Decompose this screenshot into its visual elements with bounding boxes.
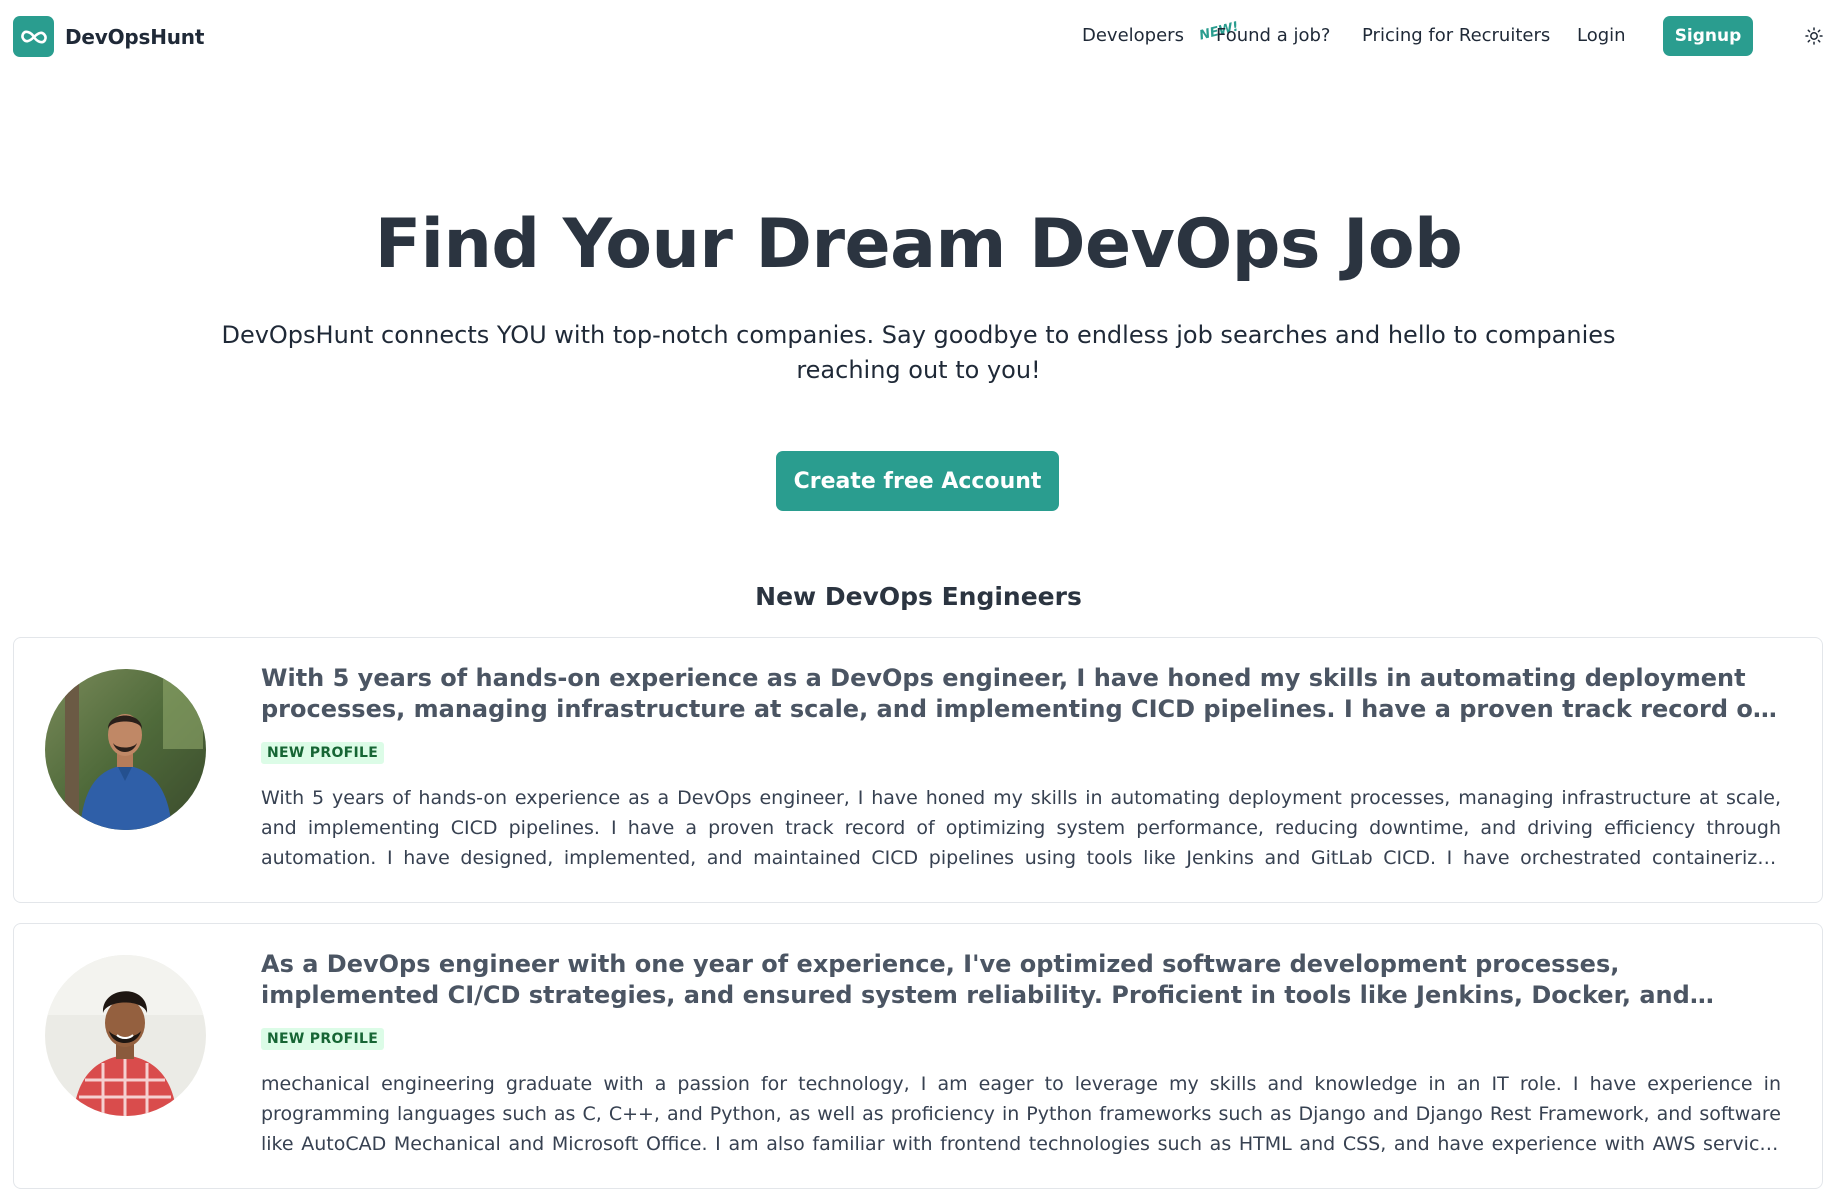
signup-button[interactable]: Signup (1663, 16, 1753, 56)
theme-toggle-button[interactable] (1803, 25, 1825, 47)
sun-icon (1805, 27, 1823, 45)
engineer-card[interactable]: With 5 years of hands-on experience as a… (13, 637, 1823, 903)
section-title: New DevOps Engineers (755, 582, 1082, 611)
nav-developers-link[interactable]: Developers (1082, 25, 1184, 46)
avatar (45, 955, 206, 1116)
card-body: As a DevOps engineer with one year of ex… (261, 949, 1781, 1159)
card-description: With 5 years of hands-on experience as a… (261, 787, 1781, 869)
card-headline[interactable]: With 5 years of hands-on experience as a… (261, 663, 1781, 725)
navbar: DevOpsHunt Developers NEW! Found a job? … (0, 0, 1837, 72)
hero-title: Find Your Dream DevOps Job (374, 205, 1463, 284)
hero-subtitle: DevOpsHunt connects YOU with top-notch c… (221, 321, 1616, 384)
create-account-button[interactable]: Create free Account (776, 451, 1059, 511)
card-description: mechanical engineering graduate with a p… (261, 1073, 1781, 1155)
new-profile-badge: NEW PROFILE (261, 1028, 385, 1050)
nav-login-link[interactable]: Login (1577, 25, 1626, 46)
card-body: With 5 years of hands-on experience as a… (261, 663, 1781, 873)
avatar (45, 669, 206, 830)
nav-found-job-link[interactable]: Found a job? (1216, 25, 1330, 46)
engineer-card[interactable]: As a DevOps engineer with one year of ex… (13, 923, 1823, 1189)
nav-pricing-link[interactable]: Pricing for Recruiters (1362, 25, 1550, 46)
card-headline[interactable]: As a DevOps engineer with one year of ex… (261, 949, 1781, 1011)
main-nav: Developers NEW! Found a job? Pricing for… (0, 16, 1837, 56)
new-profile-badge: NEW PROFILE (261, 742, 385, 764)
